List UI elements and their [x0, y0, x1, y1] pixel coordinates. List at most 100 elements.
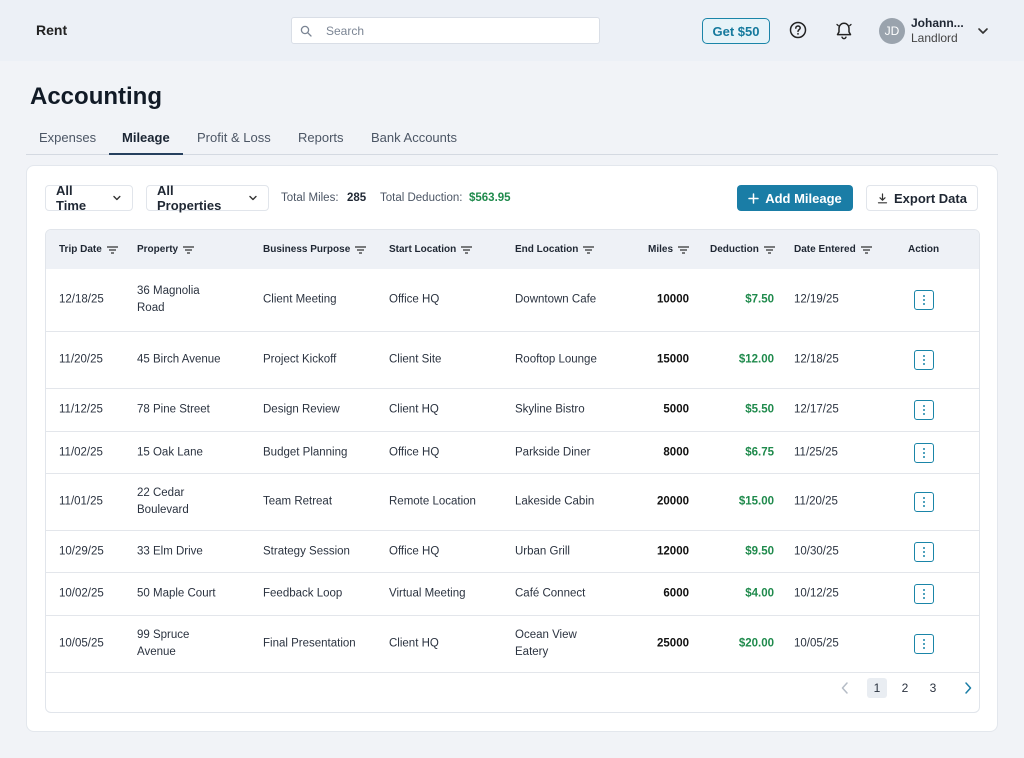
page-2-button[interactable]: 2: [895, 678, 915, 698]
avatar[interactable]: JD: [879, 18, 905, 44]
notifications-button[interactable]: [833, 19, 855, 41]
row-actions-button[interactable]: [914, 400, 934, 420]
chevron-right-icon: [965, 682, 972, 694]
property-cell: 22 Cedar Boulevard: [137, 487, 189, 516]
end-location-cell: Ocean View Eatery: [515, 629, 577, 658]
filter-icon: [860, 245, 872, 254]
property-cell: 45 Birch Avenue: [137, 353, 221, 366]
add-mileage-button[interactable]: Add Mileage: [737, 185, 853, 211]
miles-cell: 20000: [657, 495, 689, 508]
table-row[interactable]: 11/02/25 15 Oak Lane Budget Planning Off…: [46, 432, 979, 474]
get-50-button[interactable]: Get $50: [702, 18, 770, 44]
column-header-property[interactable]: Property: [137, 244, 195, 255]
end-location-cell: Lakeside Cabin: [515, 495, 595, 508]
date-entered-cell: 11/20/25: [794, 495, 838, 508]
purpose-cell: Budget Planning: [263, 446, 348, 458]
next-page-button[interactable]: [958, 678, 978, 698]
miles-cell: 10000: [657, 293, 689, 306]
total-deduction-label: Total Deduction:: [380, 192, 463, 204]
miles-cell: 5000: [663, 403, 689, 416]
column-header-date-entered[interactable]: Date Entered: [794, 244, 872, 255]
row-actions-button[interactable]: [914, 442, 934, 463]
user-role: Landlord: [911, 31, 958, 45]
purpose-cell: Feedback Loop: [263, 587, 343, 600]
more-vertical-icon: [923, 639, 925, 649]
end-location-cell: Skyline Bistro: [515, 403, 585, 416]
help-icon: [789, 21, 807, 39]
column-header-start-location[interactable]: Start Location: [389, 244, 473, 255]
date-entered-cell: 10/05/25: [794, 637, 839, 650]
total-miles-label: Total Miles:: [281, 192, 339, 204]
property-filter-dropdown[interactable]: All Properties: [146, 183, 269, 213]
end-location-cell: Rooftop Lounge: [515, 353, 597, 366]
start-location-cell: Client Site: [389, 353, 442, 366]
table-row[interactable]: 11/01/25 22 Cedar Boulevard Team Retreat…: [46, 474, 979, 531]
prev-page-button[interactable]: [835, 678, 855, 698]
row-actions-button[interactable]: [914, 634, 934, 654]
table-row[interactable]: 10/05/25 99 Spruce Avenue Final Presenta…: [46, 616, 979, 673]
total-deduction-value: $563.95: [469, 192, 511, 204]
start-location-cell: Office HQ: [389, 293, 440, 306]
table-row[interactable]: 10/29/25 33 Elm Drive Strategy Session O…: [46, 531, 979, 573]
start-location-cell: Client HQ: [389, 637, 439, 650]
add-mileage-label: Add Mileage: [765, 190, 842, 206]
deduction-cell: $5.50: [745, 403, 774, 416]
page-3-button[interactable]: 3: [923, 678, 943, 698]
page-title: Accounting: [30, 83, 162, 110]
row-actions-button[interactable]: [914, 541, 934, 562]
table-row[interactable]: 10/02/25 50 Maple Court Feedback Loop Vi…: [46, 573, 979, 616]
date-entered-cell: 11/25/25: [794, 446, 838, 458]
column-header-business-purpose[interactable]: Business Purpose: [263, 244, 367, 255]
purpose-cell: Project Kickoff: [263, 353, 337, 366]
end-location-cell: Downtown Cafe: [515, 293, 597, 306]
deduction-cell: $15.00: [738, 495, 774, 508]
trip-date-cell: 11/12/25: [59, 403, 103, 416]
filter-icon: [763, 245, 775, 254]
tab-mileage[interactable]: Mileage: [109, 128, 183, 155]
more-vertical-icon: [923, 405, 925, 415]
row-actions-button[interactable]: [914, 290, 934, 310]
export-data-label: Export Data: [894, 190, 967, 206]
brand-name[interactable]: Rent: [36, 22, 67, 38]
start-location-cell: Office HQ: [389, 446, 440, 458]
chevron-down-icon: [113, 195, 121, 201]
tab-expenses[interactable]: Expenses: [26, 128, 109, 155]
row-actions-button[interactable]: [914, 584, 934, 604]
trip-date-cell: 10/29/25: [59, 545, 104, 557]
property-cell: 99 Spruce Avenue: [137, 629, 190, 658]
column-header-end-location[interactable]: End Location: [515, 244, 595, 255]
filter-icon: [183, 245, 195, 254]
column-header-deduction[interactable]: Deduction: [710, 244, 775, 255]
table-row[interactable]: 11/12/25 78 Pine Street Design Review Cl…: [46, 389, 979, 432]
search-input[interactable]: [326, 22, 586, 40]
tab-bar: Expenses Mileage Profit & Loss Reports B…: [26, 128, 998, 155]
purpose-cell: Final Presentation: [263, 637, 356, 650]
tab-profit-loss[interactable]: Profit & Loss: [184, 128, 284, 155]
tab-reports[interactable]: Reports: [285, 128, 357, 155]
more-vertical-icon: [923, 497, 925, 507]
bell-icon: [836, 22, 852, 39]
row-actions-button[interactable]: [914, 492, 934, 512]
deduction-cell: $12.00: [738, 353, 774, 366]
column-header-miles[interactable]: Miles: [648, 244, 690, 255]
page-1-button[interactable]: 1: [867, 678, 887, 698]
deduction-cell: $7.50: [745, 293, 774, 306]
date-entered-cell: 12/17/25: [794, 403, 839, 416]
property-cell: 33 Elm Drive: [137, 545, 203, 557]
table-row[interactable]: 11/20/25 45 Birch Avenue Project Kickoff…: [46, 332, 979, 389]
tab-bank-accounts[interactable]: Bank Accounts: [358, 128, 470, 155]
start-location-cell: Virtual Meeting: [389, 587, 466, 600]
property-cell: 50 Maple Court: [137, 587, 216, 600]
table-row[interactable]: 12/18/25 36 Magnolia Road Client Meeting…: [46, 269, 979, 332]
time-filter-dropdown[interactable]: All Time: [45, 183, 133, 213]
more-vertical-icon: [923, 589, 925, 599]
column-header-trip-date[interactable]: Trip Date: [59, 244, 118, 255]
export-data-button[interactable]: Export Data: [866, 185, 978, 211]
search-box[interactable]: [291, 17, 600, 44]
chevron-down-icon[interactable]: [976, 24, 990, 38]
help-button[interactable]: [787, 19, 809, 41]
row-actions-button[interactable]: [914, 350, 934, 370]
start-location-cell: Office HQ: [389, 545, 440, 557]
chevron-left-icon: [841, 682, 848, 694]
trip-date-cell: 12/18/25: [59, 293, 104, 306]
